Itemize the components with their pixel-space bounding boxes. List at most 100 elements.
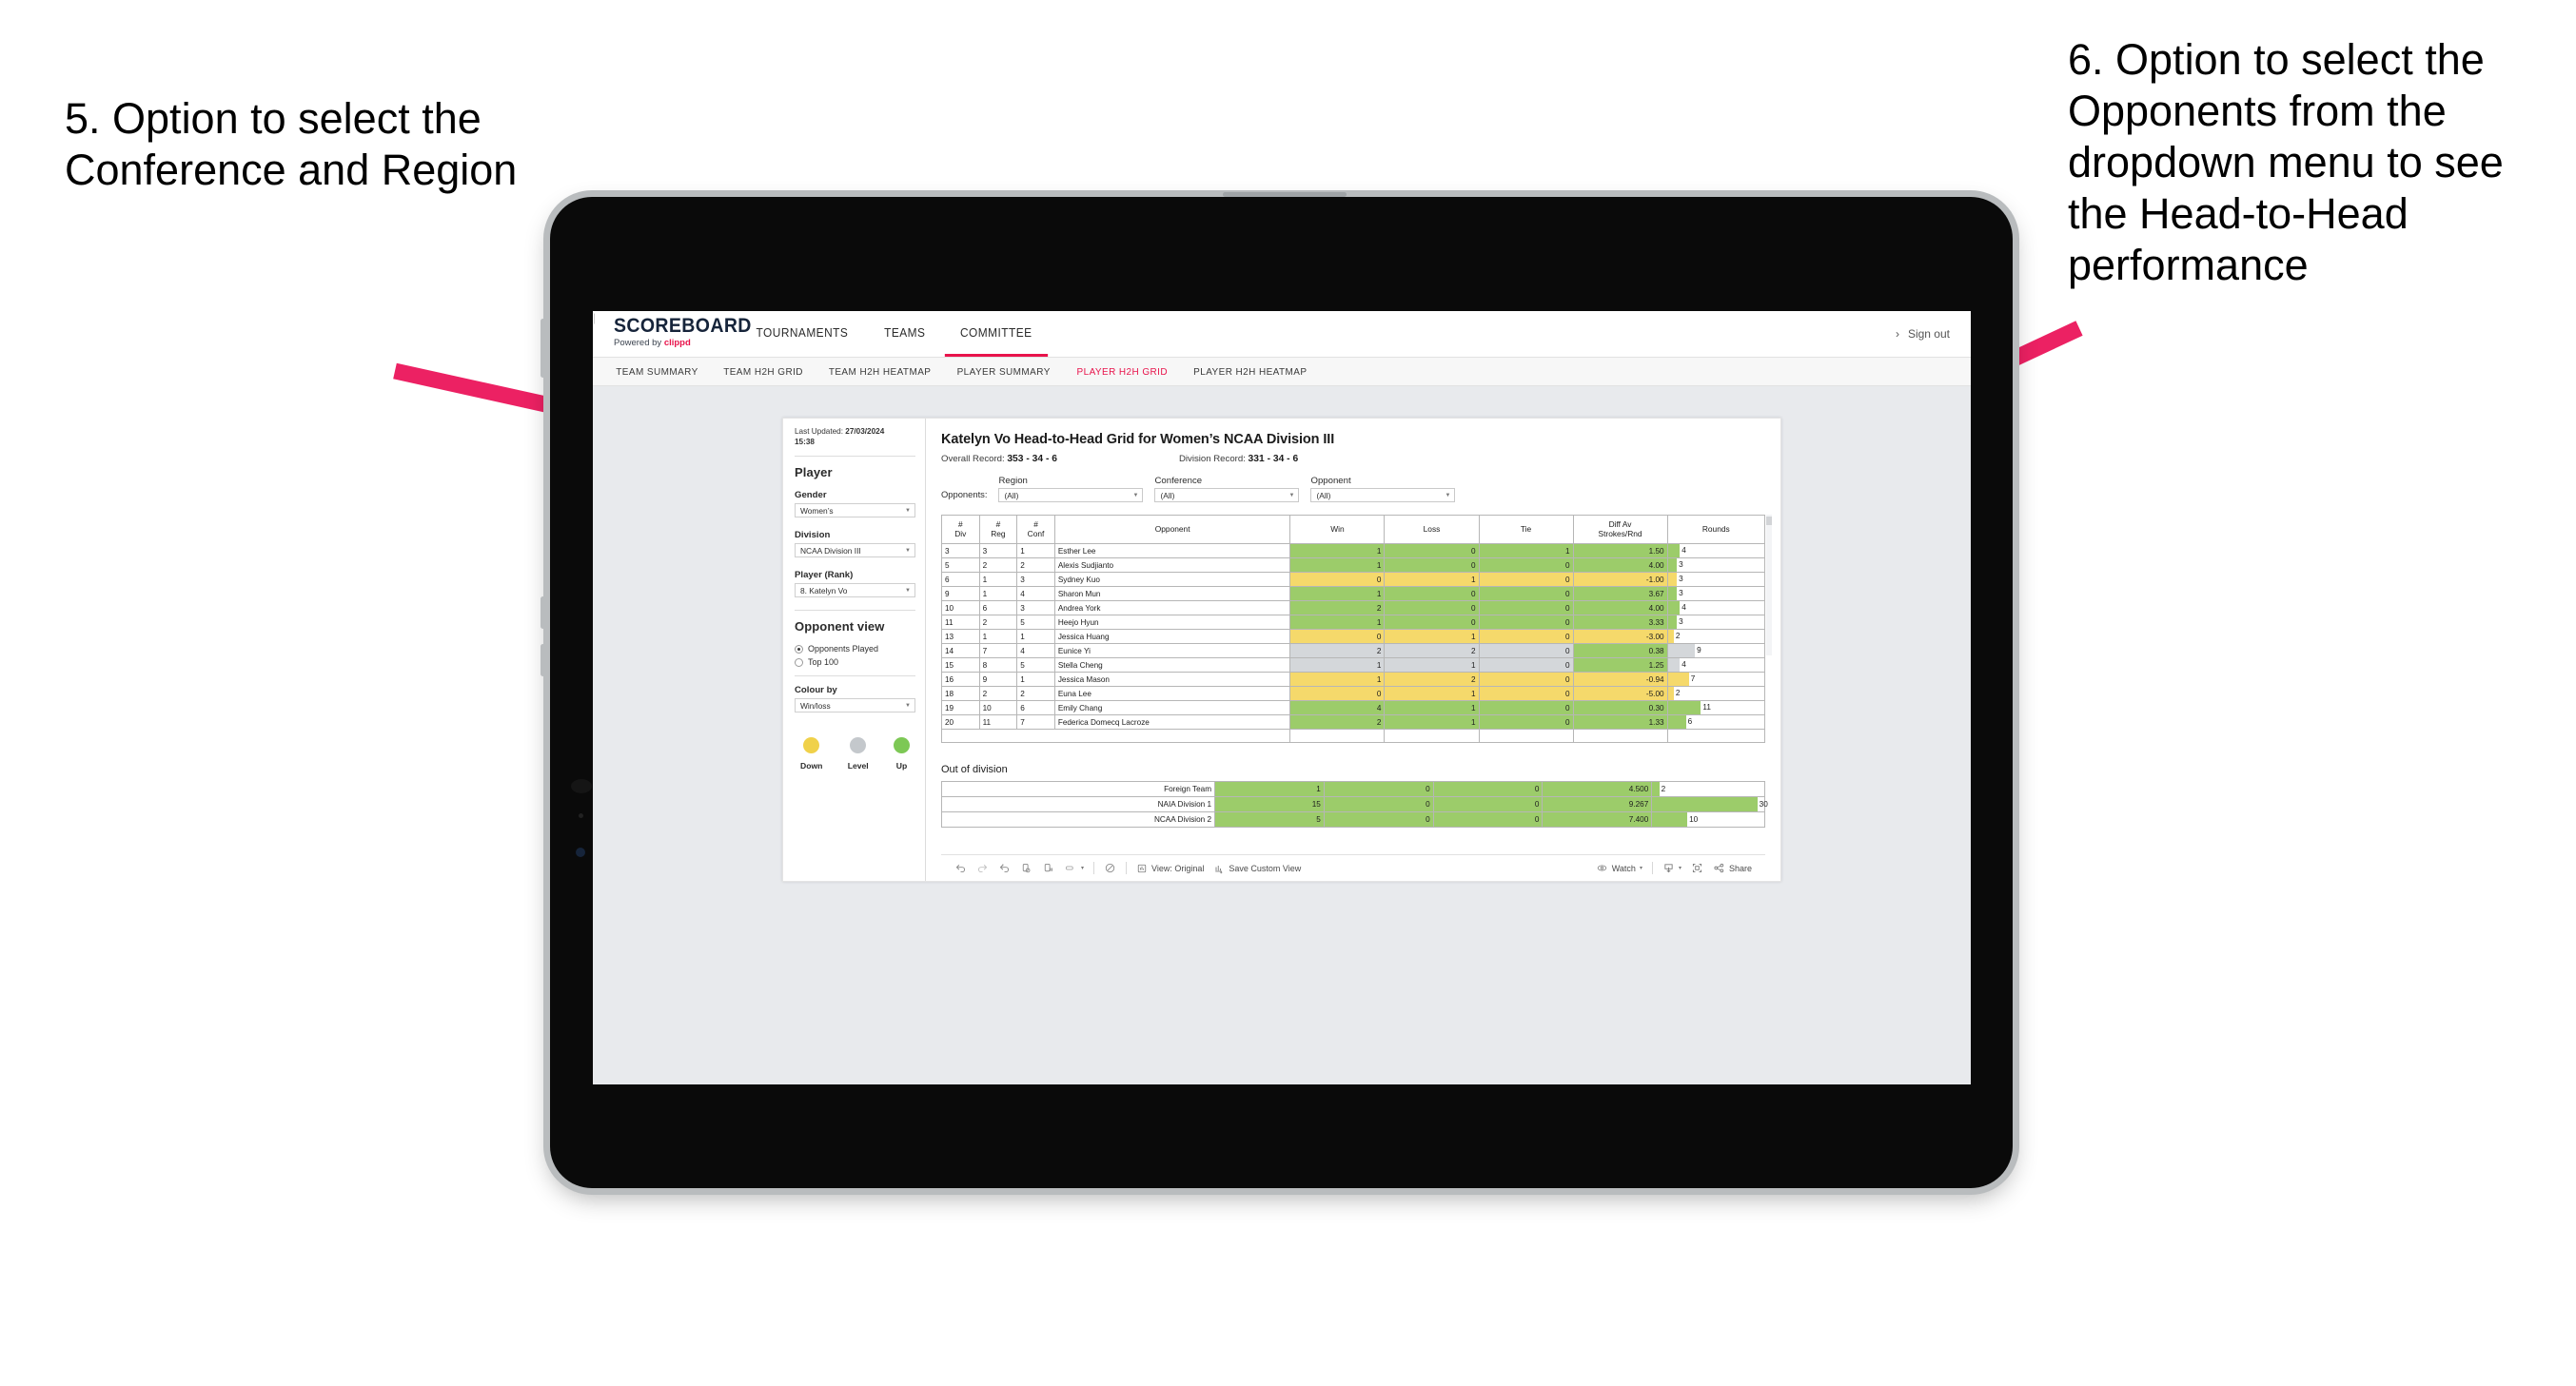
nav-item-tournaments[interactable]: TOURNAMENTS <box>740 311 863 357</box>
brand-sub-prefix: Powered by <box>614 338 664 349</box>
account-chevron-icon[interactable]: › <box>1896 327 1899 341</box>
grid-scrollbar-track[interactable] <box>1766 515 1772 655</box>
cell-div: 9 <box>941 586 980 601</box>
cell-rounds: 3 <box>1666 572 1766 587</box>
cell-win: 2 <box>1289 600 1386 615</box>
table-row[interactable]: 10 6 3 Andrea York 2 0 0 4.00 4 <box>941 600 1766 615</box>
division-select[interactable]: NCAA Division III ▼ <box>795 543 915 558</box>
table-row[interactable]: 11 2 5 Heejo Hyun 1 0 0 3.33 3 <box>941 615 1766 630</box>
col-win[interactable]: Win <box>1289 515 1386 544</box>
legend-label-level: Level <box>847 761 869 771</box>
subnav-item-player-summary[interactable]: PLAYER SUMMARY <box>957 366 1051 378</box>
cell-rounds: 4 <box>1666 600 1766 615</box>
legend-up: Up <box>894 737 910 771</box>
subnav-item-player-h2h-heatmap[interactable]: PLAYER H2H HEATMAP <box>1193 366 1307 378</box>
cell-tie: 0 <box>1478 700 1574 715</box>
col-conf[interactable]: # Conf <box>1016 515 1055 544</box>
radio-top-100[interactable]: Top 100 <box>795 657 915 667</box>
table-row[interactable]: Foreign Team 1 0 0 4.500 2 <box>940 781 1765 797</box>
undo-icon[interactable] <box>954 862 967 874</box>
table-row[interactable]: NCAA Division 2 5 0 0 7.400 10 <box>940 811 1765 828</box>
colour-legend: Down Level Up <box>795 737 915 771</box>
cell-diff: 1.33 <box>1572 714 1668 730</box>
table-row[interactable]: 13 1 1 Jessica Huang 0 1 0 -3.00 2 <box>941 629 1766 644</box>
table-row[interactable]: 20 11 7 Federica Domecq Lacroze 2 1 0 1.33 6 <box>941 714 1766 730</box>
chevron-down-icon: ▼ <box>905 547 911 554</box>
pane-divider-middle <box>795 610 915 612</box>
sign-out-link[interactable]: Sign out <box>1908 327 1950 341</box>
subnav-item-team-summary[interactable]: TEAM SUMMARY <box>616 366 698 378</box>
revert-icon[interactable] <box>998 862 1011 874</box>
player-rank-select[interactable]: 8. Katelyn Vo ▼ <box>795 583 915 598</box>
cell-loss: 2 <box>1384 672 1480 687</box>
refresh-data-icon[interactable] <box>1020 862 1032 874</box>
workbook-toolbar: ▾ View: Original Save Custom View Watch … <box>941 854 1765 881</box>
subnav-item-team-h2h-grid[interactable]: TEAM H2H GRID <box>723 366 803 378</box>
cell-win: 4 <box>1289 700 1386 715</box>
cell-tie: 0 <box>1478 629 1574 644</box>
cell-loss: 0 <box>1384 586 1480 601</box>
gender-select[interactable]: Women’s ▼ <box>795 503 915 518</box>
cell-rounds: 4 <box>1666 543 1766 558</box>
table-row[interactable]: 16 9 1 Jessica Mason 1 2 0 -0.94 7 <box>941 672 1766 687</box>
colour-by-select[interactable]: Win/loss ▼ <box>795 698 915 713</box>
col-diff[interactable]: Diff Av Strokes/Rnd <box>1572 515 1668 544</box>
table-row[interactable]: 6 1 3 Sydney Kuo 0 1 0 -1.00 3 <box>941 572 1766 587</box>
fullscreen-button[interactable] <box>1691 862 1703 874</box>
cell-tie: 0 <box>1432 811 1544 828</box>
region-select[interactable]: (All) ▼ <box>998 488 1144 502</box>
opponent-select[interactable]: (All) ▼ <box>1310 488 1456 502</box>
download-button[interactable]: ▾ <box>1662 862 1681 874</box>
table-row[interactable]: 3 3 1 Esther Lee 1 0 1 1.50 4 <box>941 543 1766 558</box>
col-loss[interactable]: Loss <box>1384 515 1480 544</box>
device-camera <box>571 779 592 793</box>
opponent-filter-row: Opponents: Region (All) ▼ Conference (Al… <box>941 476 1765 502</box>
table-row[interactable]: 14 7 4 Eunice Yi 2 2 0 0.38 9 <box>941 643 1766 658</box>
table-row[interactable]: NAIA Division 1 15 0 0 9.267 30 <box>940 796 1768 812</box>
watch-label: Watch <box>1611 863 1636 873</box>
cell-rounds: 2 <box>1666 686 1766 701</box>
pan-mode-icon[interactable]: ▾ <box>1064 862 1084 874</box>
col-div[interactable]: # Div <box>941 515 980 544</box>
cell-conf: 2 <box>1016 557 1055 573</box>
pause-refresh-icon[interactable] <box>1042 862 1054 874</box>
table-row[interactable]: 19 10 6 Emily Chang 4 1 0 0.30 11 <box>941 700 1766 715</box>
cell-conf: 1 <box>1016 672 1055 687</box>
cell-conf: 6 <box>1016 700 1055 715</box>
table-row[interactable]: 18 2 2 Euna Lee 0 1 0 -5.00 2 <box>941 686 1766 701</box>
nav-item-teams[interactable]: TEAMS <box>869 311 941 357</box>
col-opponent[interactable]: Opponent <box>1053 515 1291 544</box>
device-volume-up-button <box>541 596 545 629</box>
division-record-value: 331 - 34 - 6 <box>1248 454 1299 464</box>
table-row[interactable]: 5 2 2 Alexis Sudjianto 1 0 0 4.00 3 <box>941 557 1766 573</box>
gender-select-value: Women’s <box>800 505 834 516</box>
brand-sub-name: clippd <box>663 338 691 349</box>
filter-conference-label: Conference <box>1154 476 1203 486</box>
redo-icon[interactable] <box>976 862 989 874</box>
save-custom-view-button[interactable]: Save Custom View <box>1213 863 1301 874</box>
watch-button[interactable]: Watch ▾ <box>1596 862 1642 874</box>
table-row[interactable]: 9 1 4 Sharon Mun 1 0 0 3.67 3 <box>941 586 1766 601</box>
view-original-button[interactable]: View: Original <box>1136 863 1204 874</box>
col-reg[interactable]: # Reg <box>978 515 1018 544</box>
cell-rounds: 3 <box>1666 586 1766 601</box>
share-button[interactable]: Share <box>1713 862 1752 874</box>
cell-win: 0 <box>1289 686 1386 701</box>
cell-reg: 7 <box>978 643 1018 658</box>
cell-opponent: Sharon Mun <box>1053 586 1291 601</box>
conference-select[interactable]: (All) ▼ <box>1154 488 1300 502</box>
brand-logo[interactable]: SCOREBOARD Powered by clippd <box>593 311 751 357</box>
subnav-item-player-h2h-grid[interactable]: PLAYER H2H GRID <box>1076 366 1167 378</box>
radio-opponents-played[interactable]: Opponents Played <box>795 644 915 654</box>
radio-icon-selected <box>795 644 803 654</box>
division-select-value: NCAA Division III <box>800 545 861 556</box>
highlight-icon[interactable] <box>1104 862 1116 874</box>
table-row[interactable]: 15 8 5 Stella Cheng 1 1 0 1.25 4 <box>941 657 1766 673</box>
subnav-item-team-h2h-heatmap[interactable]: TEAM H2H HEATMAP <box>829 366 932 378</box>
nav-item-committee[interactable]: COMMITTEE <box>945 311 1049 357</box>
col-tie[interactable]: Tie <box>1478 515 1574 544</box>
chevron-down-icon: ▼ <box>1132 492 1139 498</box>
grid-scrollbar-thumb[interactable] <box>1766 517 1772 525</box>
cell-diff: 3.33 <box>1572 615 1668 630</box>
col-rounds[interactable]: Rounds <box>1666 515 1766 544</box>
